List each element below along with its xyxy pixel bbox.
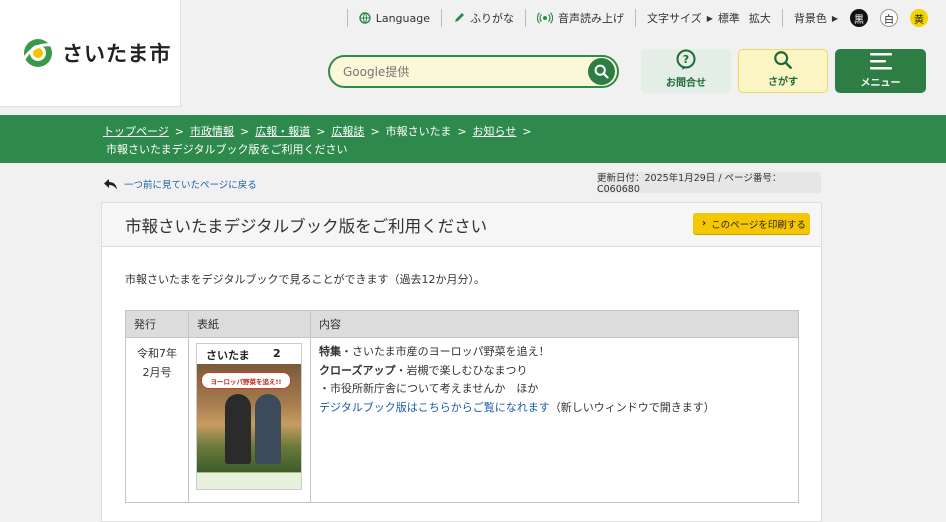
hamburger-icon	[869, 53, 892, 70]
inquiry-label: お問合せ	[666, 78, 706, 89]
site-search	[328, 55, 619, 88]
inquiry-button[interactable]: ? お問合せ	[641, 49, 731, 93]
menu-label: メニュー	[860, 78, 901, 89]
divider	[346, 9, 348, 27]
bg-color-label: 背景色	[793, 12, 827, 25]
site-logo-text: さいたま市	[62, 42, 172, 66]
bg-color-control: 背景色 ▶ 黒 白 黄	[794, 9, 928, 27]
search-icon	[594, 64, 609, 79]
digital-link-line: デジタルブック版はこちらからご覧になれます（新しいウィンドウで開きます）	[319, 399, 798, 418]
chevron-right-icon: ›	[702, 218, 707, 229]
language-label: Language	[375, 11, 431, 25]
closeup-label: クローズアップ	[319, 363, 396, 377]
search-button[interactable]	[588, 58, 615, 85]
print-button[interactable]: › このページを印刷する	[693, 213, 810, 234]
page-title: 市報さいたまデジタルブック版をご利用ください	[125, 216, 488, 236]
divider	[525, 9, 527, 27]
question-bubble-icon: ?	[676, 49, 696, 70]
breadcrumb-link-municipal[interactable]: 市政情報	[190, 125, 234, 138]
speaker-waves-icon	[537, 12, 554, 24]
triangle-right-icon: ▶	[831, 13, 838, 23]
breadcrumb-link-top[interactable]: トップページ	[103, 125, 169, 138]
cover-footer-band	[197, 472, 301, 489]
breadcrumb-separator: >	[457, 125, 467, 138]
new-window-note: （新しいウィンドウで開きます）	[549, 400, 715, 414]
cover-cell: さいたま 2 ヨーロッパ野菜を追え!!	[188, 337, 311, 503]
read-aloud-link[interactable]: 音声読み上げ	[537, 10, 624, 26]
issue-month: 2月号	[142, 366, 172, 379]
breadcrumb-link-publications[interactable]: 広報誌	[331, 125, 364, 138]
table-header-issue: 発行	[125, 310, 189, 338]
globe-icon	[359, 12, 371, 24]
print-button-label: このページを印刷する	[711, 219, 806, 231]
text-size-standard-button[interactable]: 標準	[718, 10, 740, 26]
menu-button[interactable]: メニュー	[835, 49, 926, 93]
cover-person-right	[255, 394, 281, 464]
back-link-label: 一つ前に見ていたページに戻る	[124, 180, 257, 191]
breadcrumb-link-notices[interactable]: お知らせ	[473, 125, 517, 138]
table-header-content: 内容	[310, 310, 799, 338]
divider	[441, 9, 443, 27]
divider	[781, 9, 783, 27]
language-link[interactable]: Language	[359, 12, 430, 25]
city-emblem-icon	[22, 39, 53, 67]
breadcrumb-separator: >	[370, 125, 380, 138]
cover-brand: さいたま	[206, 349, 250, 362]
text-size-large-button[interactable]: 拡大	[749, 10, 771, 26]
back-link[interactable]: 一つ前に見ていたページに戻る	[104, 177, 257, 191]
svg-text:?: ?	[683, 53, 689, 66]
find-label: さがす	[768, 77, 798, 88]
feature-label: 特集	[319, 345, 341, 358]
issues-table: 発行 表紙 内容 令和7年 2月号 さいたま 2 ヨーロッパ野菜を追え!! 特集…	[125, 310, 799, 503]
cover-headline: ヨーロッパ野菜を追え!!	[201, 372, 291, 389]
utility-bar: Language ふりがな 音声読み上げ 文字サイズ ▶ 標準 拡大 背景色 ▶…	[181, 0, 946, 36]
furigana-label: ふりがな	[470, 12, 515, 25]
search-input[interactable]	[343, 64, 579, 79]
issue-year: 令和7年	[137, 347, 177, 360]
breadcrumb-separator: >	[316, 125, 326, 138]
site-logo[interactable]: さいたま市	[0, 0, 181, 107]
bg-white-button[interactable]: 白	[880, 9, 898, 27]
back-arrow-icon	[104, 178, 117, 189]
table-header-row: 発行 表紙 内容	[125, 310, 799, 338]
other-line: ・市役所新庁舎について考えませんか ほか	[319, 382, 539, 395]
breadcrumb-link-press[interactable]: 広報・報道	[255, 125, 310, 138]
search-icon	[774, 51, 792, 69]
digital-book-link[interactable]: デジタルブック版はこちらからご覧になれます	[319, 401, 550, 414]
find-button[interactable]: さがす	[738, 49, 828, 93]
issue-date-cell: 令和7年 2月号	[125, 337, 189, 503]
closeup-line: クローズアップ・岩槻で楽しむひなまつり	[319, 362, 798, 381]
cover-issue-number: 2	[273, 347, 281, 360]
text-size-control: 文字サイズ ▶ 標準 拡大	[647, 10, 771, 26]
breadcrumb-plain: 市報さいたま	[385, 125, 452, 138]
bg-yellow-button[interactable]: 黄	[910, 9, 928, 27]
read-aloud-label: 音声読み上げ	[558, 12, 625, 25]
table-row: 令和7年 2月号 さいたま 2 ヨーロッパ野菜を追え!! 特集・さいたま市産のヨ…	[125, 337, 799, 503]
breadcrumb-current: 市報さいたまデジタルブック版をご利用ください	[106, 143, 348, 156]
divider	[635, 9, 637, 27]
text-size-label: 文字サイズ	[647, 12, 702, 25]
breadcrumb-separator: >	[240, 125, 250, 138]
table-header-cover: 表紙	[188, 310, 311, 338]
closeup-text: ・岩槻で楽しむひなまつり	[395, 363, 528, 377]
feature-text: ・さいたま市産のヨーロッパ野菜を追え！	[341, 345, 550, 358]
bg-black-button[interactable]: 黒	[850, 9, 868, 27]
breadcrumb-separator: >	[522, 125, 532, 138]
cover-person-left	[225, 394, 251, 464]
content-card: 市報さいたまデジタルブック版をご利用ください › このページを印刷する 市報さい…	[101, 202, 822, 522]
breadcrumb: トップページ > 市政情報 > 広報・報道 > 広報誌 > 市報さいたま > お知らせ > 市報さいた…	[0, 115, 946, 163]
feature-line: 特集・さいたま市産のヨーロッパ野菜を追え！	[319, 343, 798, 362]
cover-thumbnail[interactable]: さいたま 2 ヨーロッパ野菜を追え!!	[196, 343, 302, 490]
lead-text: 市報さいたまをデジタルブックで見ることができます（過去12か月分）。	[125, 273, 485, 286]
breadcrumb-separator: >	[174, 125, 184, 138]
page-header: 市報さいたまデジタルブック版をご利用ください › このページを印刷する	[102, 203, 821, 247]
content-cell: 特集・さいたま市産のヨーロッパ野菜を追え！ クローズアップ・岩槻で楽しむひなまつ…	[310, 337, 799, 503]
update-info: 更新日付：2025年1月29日 / ページ番号：C060680	[597, 172, 821, 195]
furigana-link[interactable]: ふりがな	[453, 10, 514, 26]
triangle-right-icon: ▶	[706, 13, 713, 23]
pencil-icon	[455, 13, 465, 22]
